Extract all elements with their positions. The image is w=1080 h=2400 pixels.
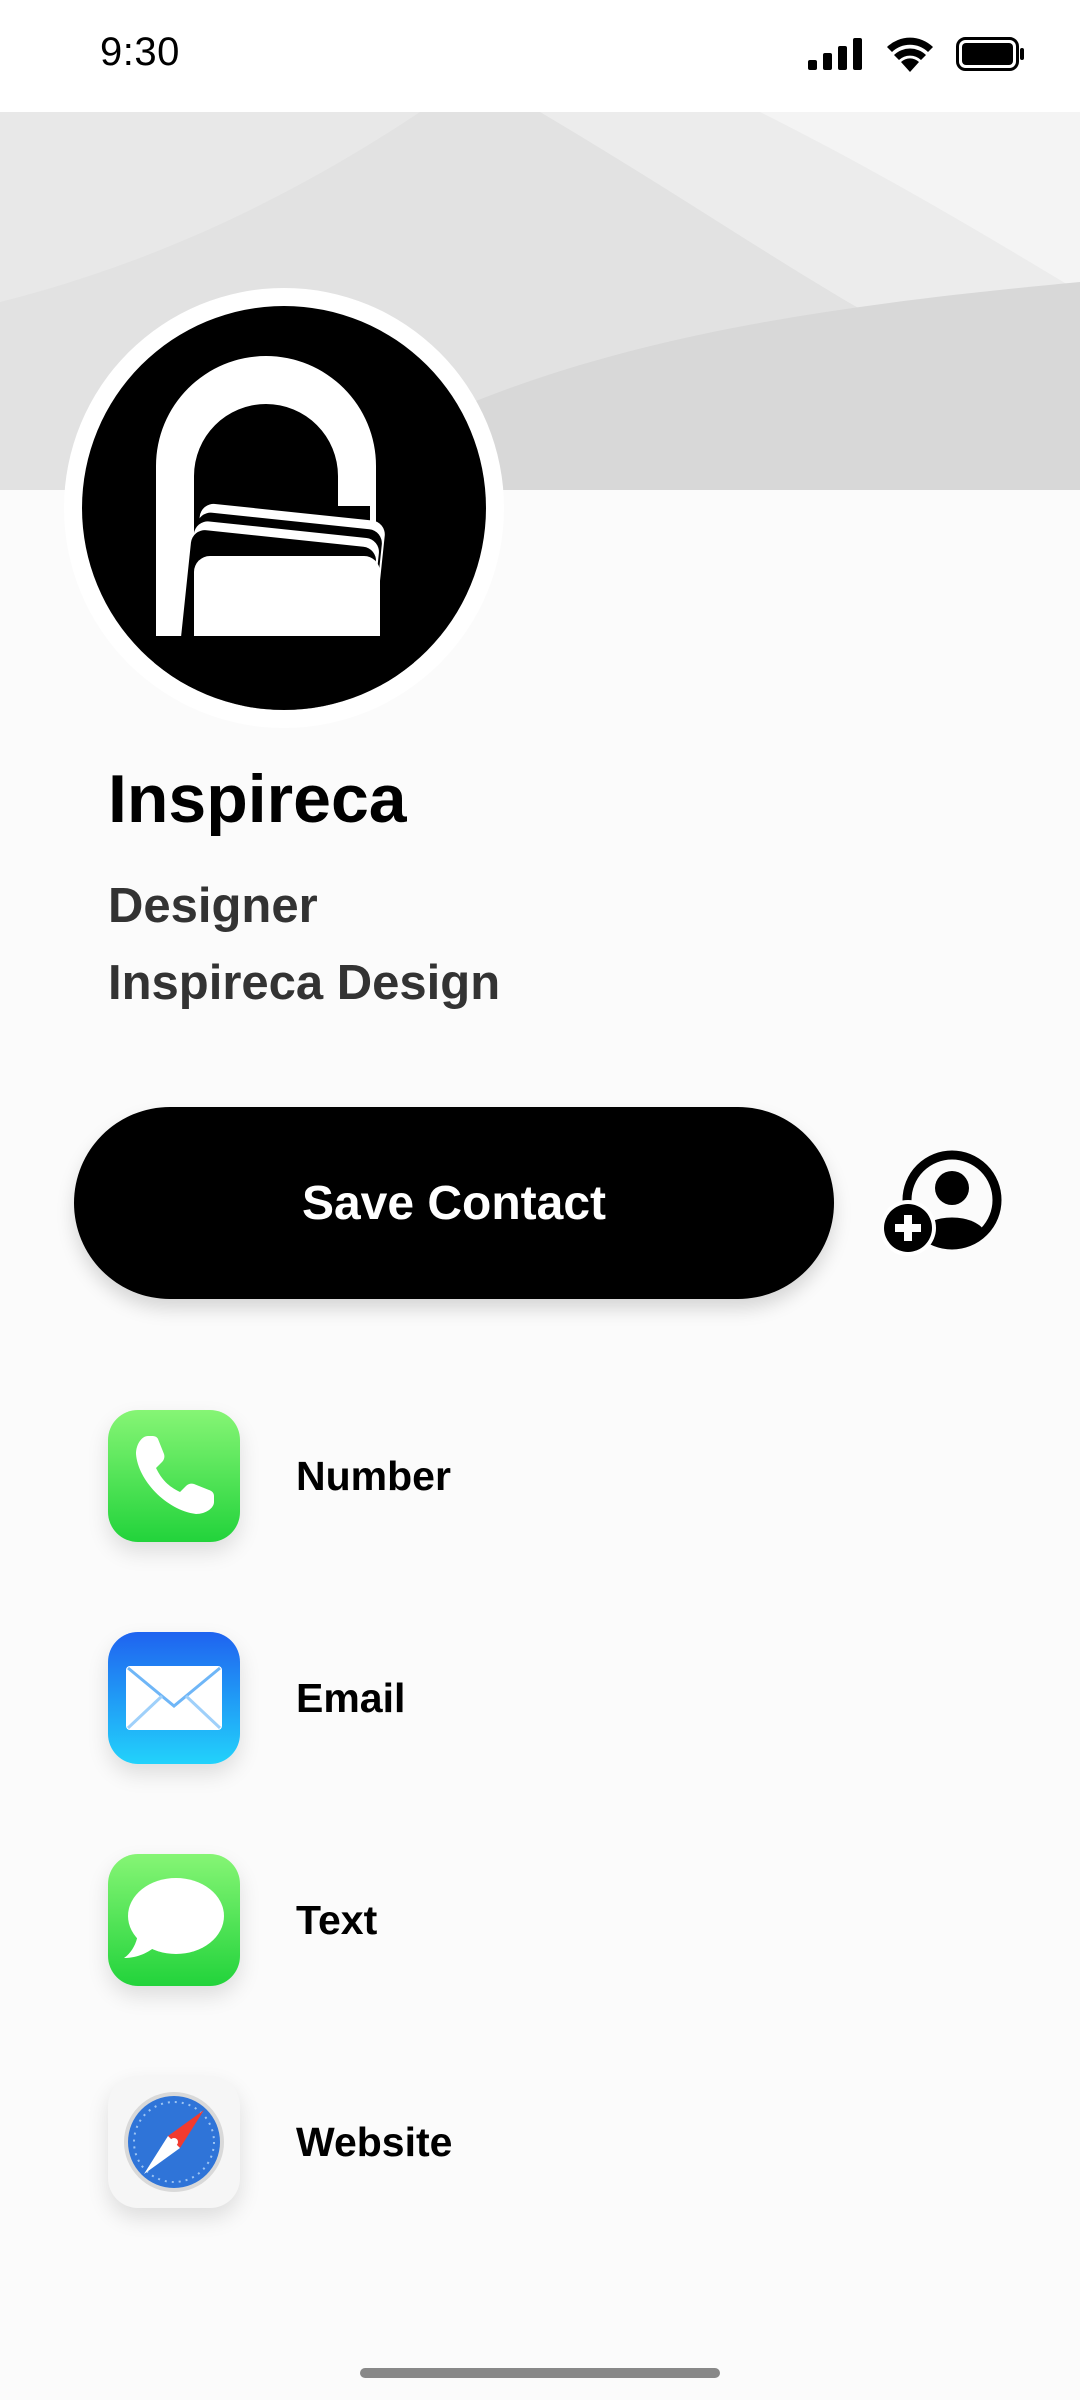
battery-icon [956,37,1026,71]
contact-row-text[interactable]: Text [108,1854,968,1986]
signal-icon [808,38,864,70]
profile-company: Inspireca Design [108,956,501,1010]
contact-label: Text [296,1896,378,1943]
contact-row-number[interactable]: Number [108,1410,968,1542]
contact-row-website[interactable]: Website [108,2076,968,2208]
status-time: 9:30 [100,30,180,74]
add-contact-icon[interactable] [880,1150,1006,1260]
profile-title: Designer [108,879,318,933]
message-icon [108,1854,240,1986]
save-contact-button[interactable]: Save Contact [74,1107,834,1299]
avatar[interactable] [82,306,486,710]
wifi-icon [886,36,934,72]
contact-label: Email [296,1674,406,1721]
mail-icon [108,1632,240,1764]
status-icons [808,36,1026,72]
profile-name: Inspireca [108,761,407,837]
contact-label: Website [296,2118,453,2165]
contact-label: Number [296,1452,451,1499]
status-bar: 9:30 [0,0,1080,112]
home-indicator[interactable] [360,2368,720,2378]
compass-icon [108,2076,240,2208]
phone-icon [108,1410,240,1542]
logo-icon [154,356,414,710]
contact-row-email[interactable]: Email [108,1632,968,1764]
